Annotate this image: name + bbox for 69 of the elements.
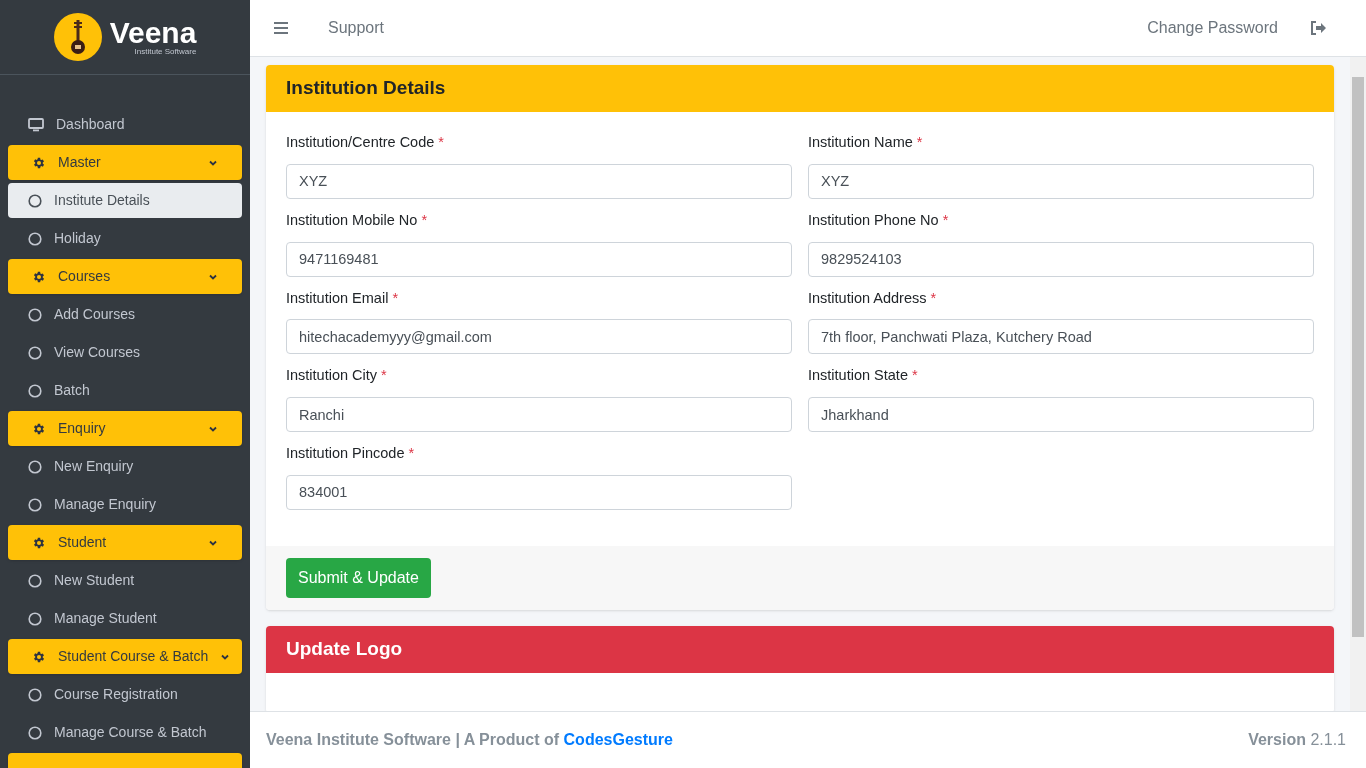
gear-icon (32, 155, 46, 170)
circle-icon (28, 231, 42, 246)
brand-tagline: Institute Software (134, 48, 197, 56)
input-field[interactable]: XYZ (808, 163, 1314, 199)
group-label: Student Course & Batch (58, 647, 209, 666)
circle-icon (28, 459, 42, 474)
card-title: Institution Details (286, 76, 446, 101)
field-label: Institution Pincode * (286, 444, 416, 463)
input-field[interactable]: XYZ (286, 163, 792, 199)
field-label: Institution Email * (286, 288, 400, 308)
sidebar-group[interactable]: Master (8, 145, 242, 180)
circle-icon (28, 725, 42, 740)
group-label: Enquiry (58, 419, 107, 438)
field-label: Institution Name * (808, 133, 924, 152)
sidebar-item[interactable]: View Courses (8, 335, 242, 370)
group-label: Master (58, 153, 102, 172)
sidebar-group[interactable]: Student Course & Batch (8, 639, 242, 674)
field-label: Institution Phone No * (808, 210, 950, 230)
sidebar-item[interactable]: New Student (8, 563, 242, 598)
sidebar-item[interactable]: Dashboard (8, 107, 242, 142)
input-field[interactable]: 834001 (286, 474, 792, 510)
group-label: Student (58, 533, 108, 552)
veena-logo-icon (53, 13, 102, 61)
monitor-icon (28, 117, 44, 132)
change-password-link[interactable]: Change Password (1147, 16, 1278, 40)
circle-icon (28, 383, 42, 398)
input-field[interactable]: 9471169481 (286, 241, 792, 277)
input-field[interactable]: hitechacademyyy@gmail.com (286, 319, 792, 355)
sidebar-item[interactable]: Institute Details (8, 183, 242, 218)
sidebar-item[interactable]: Manage Course & Batch (8, 715, 242, 750)
version-text: Version 2.1.1 (1248, 730, 1346, 750)
sidebar-item[interactable]: Course Registration (8, 677, 242, 712)
input-field[interactable]: Jharkhand (808, 397, 1314, 432)
input-field[interactable]: 9829524103 (808, 241, 1314, 277)
sidebar-group[interactable]: Student (8, 525, 242, 560)
field-label: Institution State * (808, 366, 919, 386)
circle-icon (28, 497, 42, 512)
field-label: Institution City * (286, 366, 388, 386)
support-link[interactable]: Support (328, 16, 385, 40)
menu-icon[interactable] (274, 22, 288, 34)
sidebar-item[interactable]: Manage Enquiry (8, 487, 242, 522)
circle-icon (28, 307, 42, 322)
field-label: Institution/Centre Code * (286, 133, 445, 152)
sidebar-item[interactable]: Manage Student (8, 601, 242, 636)
input-field[interactable]: 7th floor, Panchwati Plaza, Kutchery Road (808, 319, 1314, 355)
sidebar-item[interactable]: New Enquiry (8, 449, 242, 484)
card-title: Update Logo (286, 637, 403, 661)
field-label: Institution Address * (808, 288, 938, 308)
sidebar-item[interactable]: Holiday (8, 221, 242, 256)
codesgesture-link[interactable]: CodesGesture (563, 731, 673, 748)
sidebar-group[interactable]: Courses (8, 259, 242, 294)
sidebar-group[interactable]: Enquiry (8, 411, 242, 446)
group-label: Courses (58, 267, 112, 286)
gear-icon (32, 535, 46, 550)
circle-icon (28, 193, 42, 208)
footer-text: Veena Institute Software | A Product of CodesGesture (266, 730, 673, 750)
gear-icon (32, 269, 46, 284)
circle-icon (28, 345, 42, 360)
brand-name: Veena (109, 18, 197, 48)
circle-icon (28, 611, 42, 626)
input-field[interactable]: Ranchi (286, 397, 792, 432)
circle-icon (28, 573, 42, 588)
sign-out-icon[interactable] (1310, 21, 1326, 35)
gear-icon (32, 649, 46, 664)
field-label: Institution Mobile No * (286, 210, 429, 230)
sidebar-item[interactable]: Batch (8, 373, 242, 408)
circle-icon (28, 687, 42, 702)
sidebar-item[interactable]: Add Courses (8, 297, 242, 332)
gear-icon (32, 421, 46, 436)
